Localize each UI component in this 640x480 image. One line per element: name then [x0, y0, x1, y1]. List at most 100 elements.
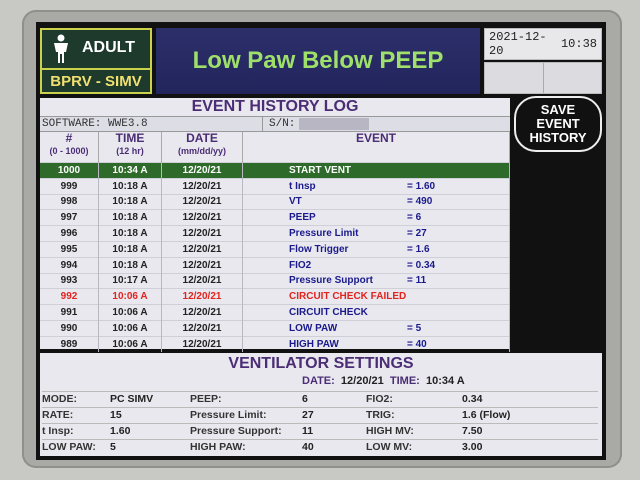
event-row[interactable]: 992 10:06 A 12/20/21 CIRCUIT CHECK FAILED	[40, 288, 510, 305]
current-time: 10:38	[560, 37, 597, 51]
alarm-message: Low Paw Below PEEP	[192, 47, 444, 74]
event-row[interactable]: 995 10:18 A 12/20/21 Flow Trigger = 1.6	[40, 240, 510, 258]
event-time: 10:18 A	[98, 193, 162, 210]
software-row: SOFTWARE: WWE3.8 S/N:	[40, 116, 510, 132]
setting-label: t Insp:	[42, 425, 74, 437]
event-time: 10:18 A	[98, 209, 162, 226]
event-number: 1000	[40, 162, 99, 179]
event-row[interactable]: 1000 10:34 A 12/20/21 START VENT	[40, 162, 510, 179]
setting-value: PC SIMV	[110, 393, 154, 405]
setting-value: 7.50	[462, 425, 483, 437]
event-row[interactable]: 996 10:18 A 12/20/21 Pressure Limit = 27	[40, 225, 510, 242]
setting-value: 5	[110, 441, 116, 453]
setting-label: TRIG:	[366, 409, 395, 421]
settings-row: t Insp: 1.60 Pressure Support: 11 HIGH MV: 7.…	[42, 423, 598, 439]
event-description: LOW PAW = 5	[242, 319, 510, 337]
event-time: 10:18 A	[98, 240, 162, 258]
setting-value: 15	[110, 409, 122, 421]
alarm-banner[interactable]: Low Paw Below PEEP	[156, 28, 480, 94]
event-row[interactable]: 994 10:18 A 12/20/21 FIO2 = 0.34	[40, 256, 510, 274]
event-row[interactable]: 993 10:17 A 12/20/21 Pressure Support = 11	[40, 272, 510, 289]
event-time: 10:06 A	[98, 335, 162, 352]
patient-type-box[interactable]: ADULT BPRV - SIMV	[40, 28, 152, 94]
setting-label: HIGH MV:	[366, 425, 414, 437]
event-row[interactable]: 999 10:18 A 12/20/21 t Insp = 1.60	[40, 177, 510, 195]
event-date: 12/20/21	[161, 209, 243, 226]
event-date: 12/20/21	[161, 193, 243, 210]
event-value: = 40	[407, 338, 427, 350]
event-value: = 27	[407, 228, 427, 240]
event-number: 995	[40, 240, 99, 258]
event-value: = 1.60	[407, 180, 436, 192]
event-history-log: EVENT HISTORY LOG SOFTWARE: WWE3.8 S/N: …	[40, 98, 510, 352]
event-number: 994	[40, 256, 99, 274]
setting-label: LOW PAW:	[42, 441, 96, 453]
event-time: 10:34 A	[98, 162, 162, 179]
person-icon	[54, 34, 68, 63]
event-row[interactable]: 991 10:06 A 12/20/21 CIRCUIT CHECK	[40, 304, 510, 321]
status-box	[484, 62, 602, 94]
event-value: = 11	[407, 275, 427, 287]
event-row[interactable]: 989 10:06 A 12/20/21 HIGH PAW = 40	[40, 335, 510, 352]
event-date: 12/20/21	[161, 304, 243, 321]
event-time: 10:17 A	[98, 272, 162, 289]
event-value: = 1.6	[407, 243, 430, 255]
ventilator-settings: VENTILATOR SETTINGS DATE: 12/20/21 TIME:…	[40, 353, 602, 456]
settings-row: RATE: 15 Pressure Limit: 27 TRIG: 1.6 (Flow)	[42, 407, 598, 423]
event-number: 998	[40, 193, 99, 210]
setting-value: 40	[302, 441, 314, 453]
event-row[interactable]: 990 10:06 A 12/20/21 LOW PAW = 5	[40, 319, 510, 337]
col-time: TIME (12 hr)	[98, 132, 162, 163]
setting-label: MODE:	[42, 393, 77, 405]
ventilator-screen: ADULT BPRV - SIMV Low Paw Below PEEP 202…	[36, 22, 606, 460]
event-number: 989	[40, 335, 99, 352]
vent-mode-label: BPRV - SIMV	[50, 73, 142, 90]
datetime-display: 2021-12-20 10:38	[484, 28, 602, 60]
event-row[interactable]: 998 10:18 A 12/20/21 VT = 490	[40, 193, 510, 210]
event-number: 991	[40, 304, 99, 321]
setting-value: 27	[302, 409, 314, 421]
event-table: # (0 - 1000) TIME (12 hr) DATE (mm/dd/yy…	[40, 132, 510, 352]
setting-value: 0.34	[462, 393, 483, 405]
setting-value: 1.6 (Flow)	[462, 409, 511, 421]
software-version: SOFTWARE: WWE3.8	[40, 117, 263, 131]
event-number: 996	[40, 225, 99, 242]
patient-type-row: ADULT	[42, 30, 150, 70]
event-date: 12/20/21	[161, 319, 243, 337]
settings-grid: MODE: PC SIMV PEEP: 6 FIO2: 0.34 RATE: 15 Pressu…	[42, 391, 598, 455]
event-description: t Insp = 1.60	[242, 177, 510, 195]
setting-label: LOW MV:	[366, 441, 413, 453]
event-row[interactable]: 997 10:18 A 12/20/21 PEEP = 6	[40, 209, 510, 226]
event-value: = 0.34	[407, 259, 436, 271]
setting-value: 11	[302, 425, 314, 437]
settings-title: VENTILATOR SETTINGS	[228, 355, 414, 372]
setting-label: Pressure Support:	[190, 425, 282, 437]
col-date: DATE (mm/dd/yy)	[161, 132, 243, 163]
event-description: START VENT	[242, 162, 510, 179]
serial-number-label: S/N:	[269, 118, 296, 130]
serial-number-redacted	[299, 118, 369, 130]
patient-type-label: ADULT	[82, 39, 136, 56]
setting-label: FIO2:	[366, 393, 393, 405]
event-description: PEEP = 6	[242, 209, 510, 226]
setting-label: PEEP:	[190, 393, 222, 405]
event-date: 12/20/21	[161, 256, 243, 274]
event-date: 12/20/21	[161, 288, 243, 305]
event-description: VT = 490	[242, 193, 510, 210]
log-title: EVENT HISTORY LOG	[191, 98, 359, 115]
event-time: 10:06 A	[98, 288, 162, 305]
event-time: 10:18 A	[98, 256, 162, 274]
event-description: CIRCUIT CHECK FAILED	[242, 288, 510, 305]
event-time: 10:06 A	[98, 304, 162, 321]
event-description: HIGH PAW = 40	[242, 335, 510, 352]
event-time: 10:18 A	[98, 177, 162, 195]
event-number: 997	[40, 209, 99, 226]
settings-row: MODE: PC SIMV PEEP: 6 FIO2: 0.34	[42, 391, 598, 407]
event-time: 10:06 A	[98, 319, 162, 337]
save-event-history-button[interactable]: SAVE EVENT HISTORY	[514, 96, 602, 152]
event-date: 12/20/21	[161, 162, 243, 179]
event-number: 992	[40, 288, 99, 305]
event-date: 12/20/21	[161, 272, 243, 289]
event-date: 12/20/21	[161, 240, 243, 258]
event-number: 990	[40, 319, 99, 337]
